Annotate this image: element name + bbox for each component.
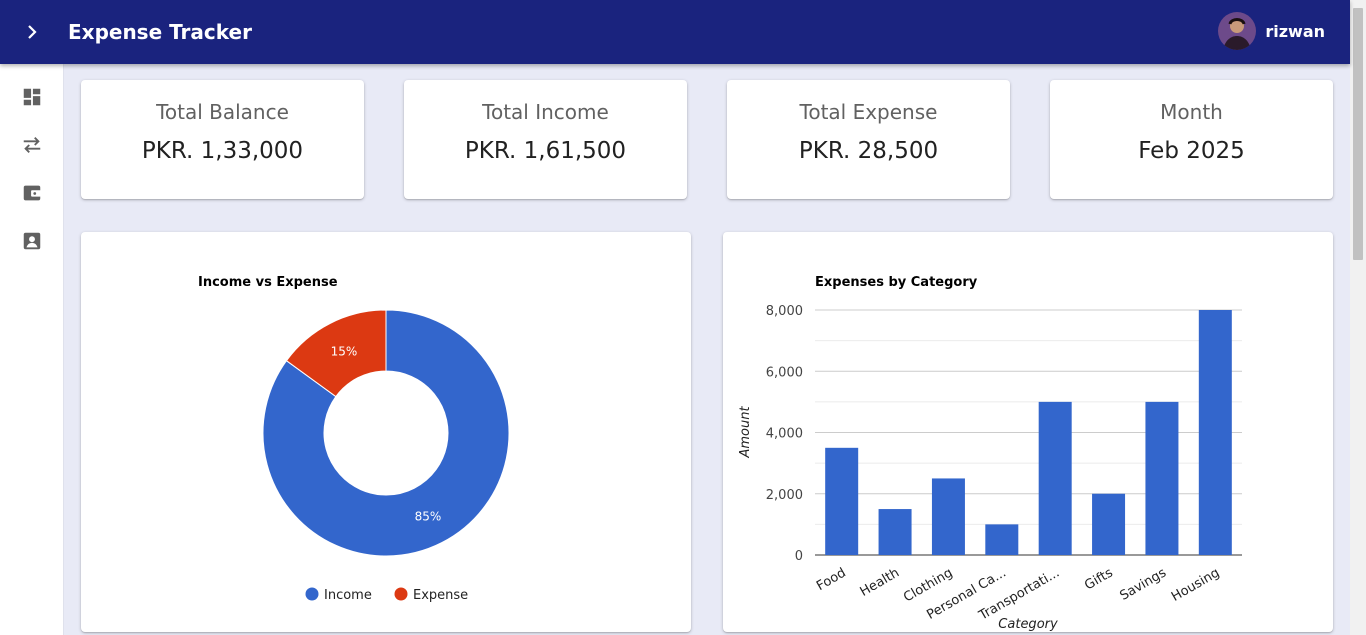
sidebar-item-dashboard[interactable]	[0, 73, 64, 121]
chevron-right-icon	[28, 25, 37, 39]
dashboard-icon	[23, 88, 41, 106]
stat-label: Total Income	[482, 100, 609, 124]
legend-label: Income	[324, 588, 372, 603]
avatar[interactable]	[1218, 12, 1257, 50]
x-tick-label: Health	[858, 565, 902, 599]
x-tick-label: Gifts	[1082, 565, 1116, 593]
y-tick-label: 4,000	[766, 427, 803, 442]
app-title: Expense Tracker	[68, 20, 252, 44]
user-menu[interactable]: rizwan	[1218, 12, 1325, 50]
stat-label: Total Expense	[799, 100, 938, 124]
y-tick-label: 0	[795, 549, 803, 564]
app-bar: Expense Tracker rizwan	[0, 0, 1350, 64]
y-tick-label: 8,000	[766, 304, 803, 319]
x-tick-label: Food	[814, 565, 849, 594]
transactions-icon	[23, 137, 41, 153]
legend-swatch	[305, 587, 319, 601]
pie-slice-label: 15%	[331, 345, 358, 359]
bar-health[interactable]	[878, 509, 912, 555]
expenses-by-category-bar-chart: Expenses by Category 0 2,000 4,000 6,000 8,0…	[738, 275, 1242, 632]
y-tick-label: 2,000	[766, 488, 803, 503]
income-expense-donut-chart: Income vs Expense 85% 15% Income Expense	[198, 275, 510, 603]
sidebar-item-wallet[interactable]	[0, 169, 64, 217]
stat-card-total-expense: Total Expense PKR. 28,500	[727, 80, 1010, 199]
stat-value: PKR. 1,33,000	[141, 138, 304, 164]
stat-label: Month	[1160, 100, 1223, 124]
y-axis-label: Amount	[738, 406, 753, 459]
bar-gifts[interactable]	[1092, 493, 1126, 555]
stat-card-total-balance: Total Balance PKR. 1,33,000	[81, 80, 364, 199]
x-tick-label: Savings	[1117, 565, 1169, 603]
stat-card-total-income: Total Income PKR. 1,61,500	[404, 80, 687, 199]
chart-title: Income vs Expense	[198, 275, 338, 290]
stat-card-month: Month Feb 2025	[1050, 80, 1333, 199]
profile-icon	[23, 232, 41, 250]
scrollbar-thumb[interactable]	[1353, 8, 1363, 260]
chart-title: Expenses by Category	[815, 275, 978, 290]
legend-label: Expense	[413, 588, 468, 603]
sidebar-item-transactions[interactable]	[0, 121, 64, 169]
wallet-icon	[23, 185, 42, 201]
bar-transportati[interactable]	[1038, 401, 1072, 555]
sidebar	[0, 64, 64, 635]
stat-label: Total Balance	[156, 100, 289, 124]
stat-value: PKR. 1,61,500	[464, 138, 627, 164]
stat-value: Feb 2025	[1138, 138, 1245, 164]
x-axis-label: Category	[998, 617, 1058, 632]
bar-personal-ca[interactable]	[985, 524, 1019, 555]
sidebar-item-profile[interactable]	[0, 217, 64, 265]
x-tick-label: Housing	[1169, 565, 1222, 604]
pie-slice-label: 85%	[415, 509, 442, 523]
legend-swatch	[394, 587, 408, 601]
expand-menu-button[interactable]	[0, 0, 64, 64]
bar-housing[interactable]	[1198, 310, 1232, 555]
income-expense-chart-card: Income vs Expense 85% 15% Income Expense	[81, 232, 691, 632]
bar-clothing[interactable]	[931, 478, 965, 555]
y-tick-label: 6,000	[766, 365, 803, 380]
expenses-by-category-chart-card: Expenses by Category 0 2,000 4,000 6,000 8,0…	[723, 232, 1333, 632]
bar-food[interactable]	[825, 447, 859, 555]
username: rizwan	[1265, 21, 1325, 41]
stat-value: PKR. 28,500	[798, 138, 939, 164]
bar-savings[interactable]	[1145, 401, 1179, 555]
page-scrollbar[interactable]	[1350, 0, 1366, 635]
